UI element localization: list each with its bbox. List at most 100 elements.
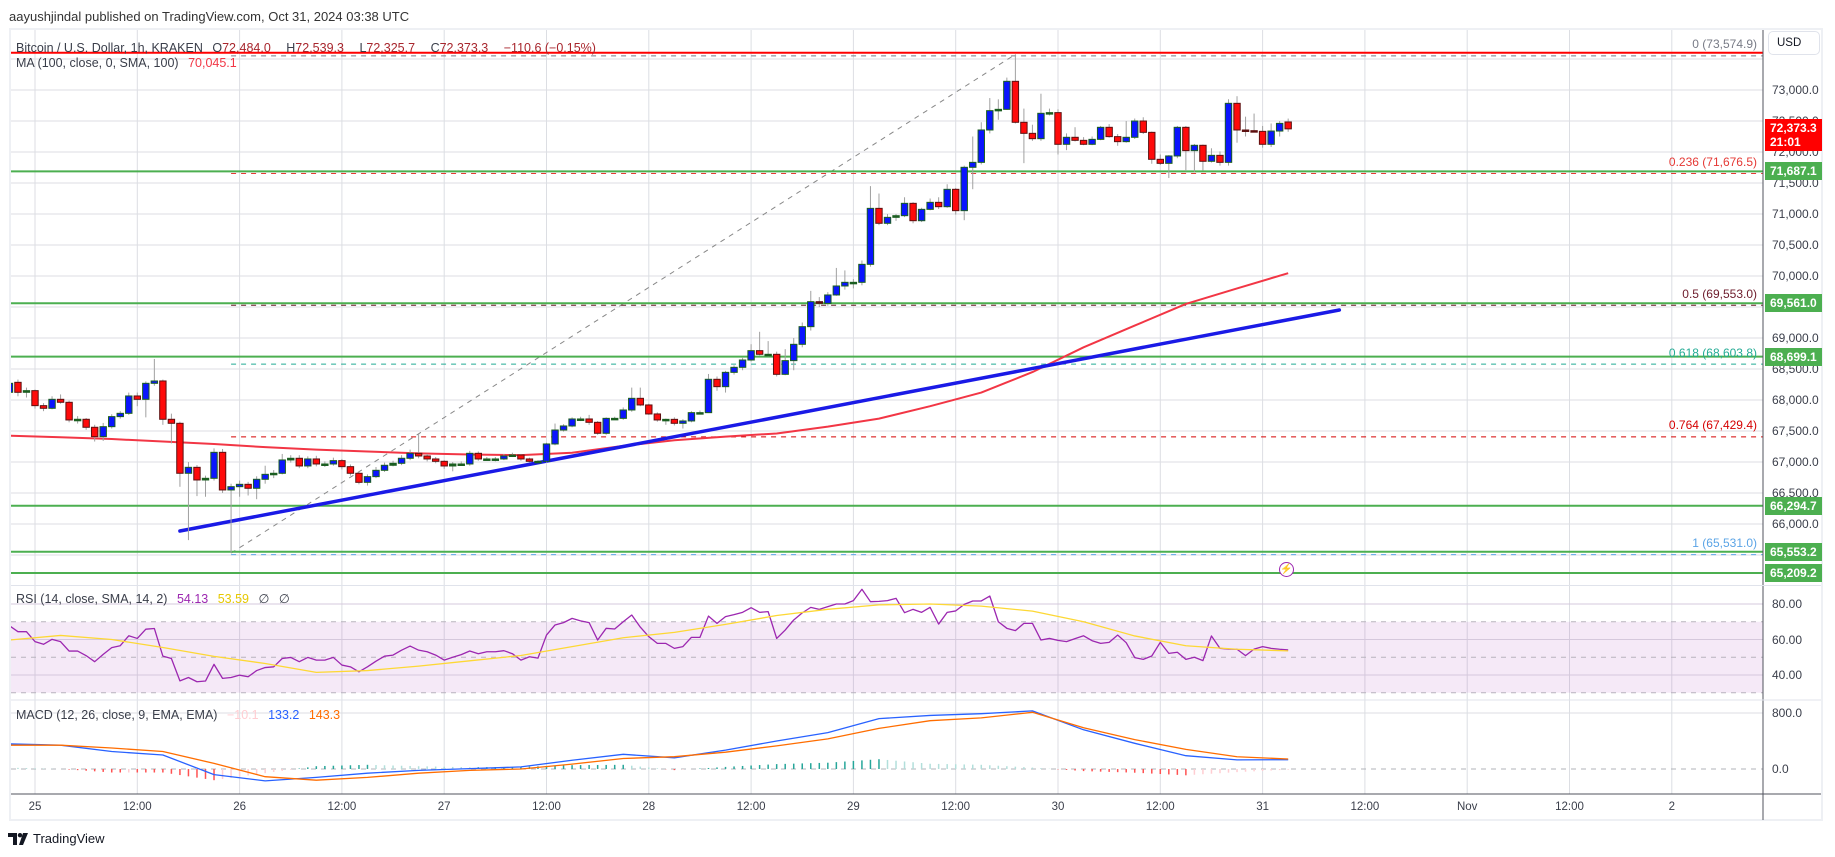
rsi-legend[interactable]: RSI (14, close, SMA, 14, 2) 54.13 53.59 … <box>16 591 296 606</box>
candle-up <box>781 360 789 375</box>
candle-up <box>150 380 159 384</box>
level-price-badge: 66,294.7 <box>1765 496 1822 515</box>
candle-up <box>986 110 994 131</box>
candle-up <box>1173 126 1182 157</box>
candle-up <box>619 409 627 419</box>
symbol-legend[interactable]: Bitcoin / U.S. Dollar, 1h, KRAKEN O72,48… <box>16 41 602 55</box>
price-tick-label: 66,000.0 <box>1772 517 1819 531</box>
candle-up <box>1037 112 1045 140</box>
candle-down <box>1250 130 1258 133</box>
candle-down <box>39 405 48 409</box>
candle-up <box>1275 122 1284 132</box>
candle-down <box>218 451 227 491</box>
candle-down <box>1199 144 1207 162</box>
macd-hist-value: −10.1 <box>226 708 259 722</box>
macd-tick-label: 0.0 <box>1772 762 1789 776</box>
candle-down <box>474 452 483 460</box>
candle-up <box>457 463 465 466</box>
time-tick-label: 2 <box>1668 801 1675 813</box>
candle-down <box>31 390 39 407</box>
candle-down <box>934 201 943 208</box>
candle-down <box>355 472 363 483</box>
macd-legend[interactable]: MACD (12, 26, close, 9, EMA, EMA) −10.1 … <box>16 708 346 722</box>
macd-signal-value: 143.3 <box>308 708 341 722</box>
time-tick-label: 12:00 <box>532 801 561 813</box>
candle-up <box>900 202 909 217</box>
candle-up <box>1131 120 1139 138</box>
rsi-tick-label: 40.00 <box>1772 668 1803 682</box>
candle-up <box>662 418 670 422</box>
tradingview-logo-icon <box>8 832 28 845</box>
candle-down <box>713 378 721 388</box>
tradingview-logo[interactable]: TradingView <box>8 831 105 846</box>
candle-down <box>414 452 423 457</box>
candle-up <box>1122 136 1130 143</box>
fib-level-label: 0 (73,574.9) <box>1692 37 1757 52</box>
current-price-value: 72,373.3 <box>1770 120 1817 135</box>
time-tick-label: 12:00 <box>1350 801 1380 813</box>
candle-down <box>1079 139 1088 145</box>
lightning-event-icon[interactable]: ⚡ <box>1279 562 1294 577</box>
time-tick-label: 27 <box>437 801 451 813</box>
candle-up <box>764 353 772 357</box>
candle-down <box>159 380 167 420</box>
level-price-badge: 68,699.1 <box>1765 347 1822 366</box>
price-tick-label: 70,000.0 <box>1772 269 1819 283</box>
currency-button[interactable]: USD <box>1768 31 1820 55</box>
candle-up <box>602 417 610 434</box>
candle-up <box>721 371 730 388</box>
ma-legend-title: MA (100, close, 0, SMA, 100) <box>16 56 179 70</box>
candle-up <box>99 426 107 438</box>
candle-up <box>363 476 372 483</box>
candle-up <box>679 420 687 424</box>
candle-up <box>994 108 1003 112</box>
price-tick-label: 69,000.0 <box>1772 331 1819 345</box>
time-tick-label: 26 <box>233 801 246 813</box>
candle-up <box>542 443 551 462</box>
rsi-legend-title: RSI (14, close, SMA, 14, 2) <box>16 592 168 606</box>
candle-down <box>653 413 662 421</box>
candle-up <box>1165 155 1173 164</box>
candle-down <box>193 466 201 481</box>
candle-down <box>423 455 431 460</box>
candle-up <box>389 462 397 466</box>
rsi-ma-legend-value: 53.59 <box>217 592 249 606</box>
candle-down <box>90 426 99 438</box>
candle-up <box>1207 154 1216 162</box>
candle-up <box>576 418 585 421</box>
candle-down <box>1139 120 1147 133</box>
candle-up <box>11 382 14 393</box>
candle-up <box>210 451 218 479</box>
candle-up <box>1224 102 1233 163</box>
candle-down <box>525 458 534 462</box>
ma-legend[interactable]: MA (100, close, 0, SMA, 100) 70,045.1 <box>16 56 243 70</box>
time-tick-label: 12:00 <box>1555 801 1584 813</box>
high-label: H <box>286 41 296 55</box>
candle-up <box>329 460 338 465</box>
candle-up <box>687 412 696 422</box>
candle-down <box>1156 158 1164 164</box>
candle-up <box>917 208 926 222</box>
rsi-legend-value: 54.13 <box>176 592 209 606</box>
candle-up <box>466 452 474 465</box>
candle-down <box>636 397 644 406</box>
rsi-legend-extra-1: ∅ <box>258 592 270 606</box>
price-tick-label: 73,000.0 <box>1772 83 1819 97</box>
candle-up <box>116 412 124 418</box>
rsi-tick-label: 60.00 <box>1772 632 1803 647</box>
candle-up <box>500 455 508 460</box>
candle-up <box>824 294 832 304</box>
candle-down <box>167 418 176 424</box>
price-tick-label: 67,500.0 <box>1772 424 1819 438</box>
price-pane[interactable] <box>6 51 1763 575</box>
candle-up <box>491 458 500 461</box>
price-tick-label: 68,000.0 <box>1772 393 1819 407</box>
candle-down <box>755 350 764 355</box>
candle-down <box>670 418 679 424</box>
time-tick-label: 12:00 <box>122 801 152 813</box>
chart-canvas[interactable] <box>0 0 1835 857</box>
candle-down <box>65 401 73 421</box>
candle-down <box>295 457 303 467</box>
candle-up <box>628 397 636 411</box>
low-value: 72,325.7 <box>366 41 416 55</box>
